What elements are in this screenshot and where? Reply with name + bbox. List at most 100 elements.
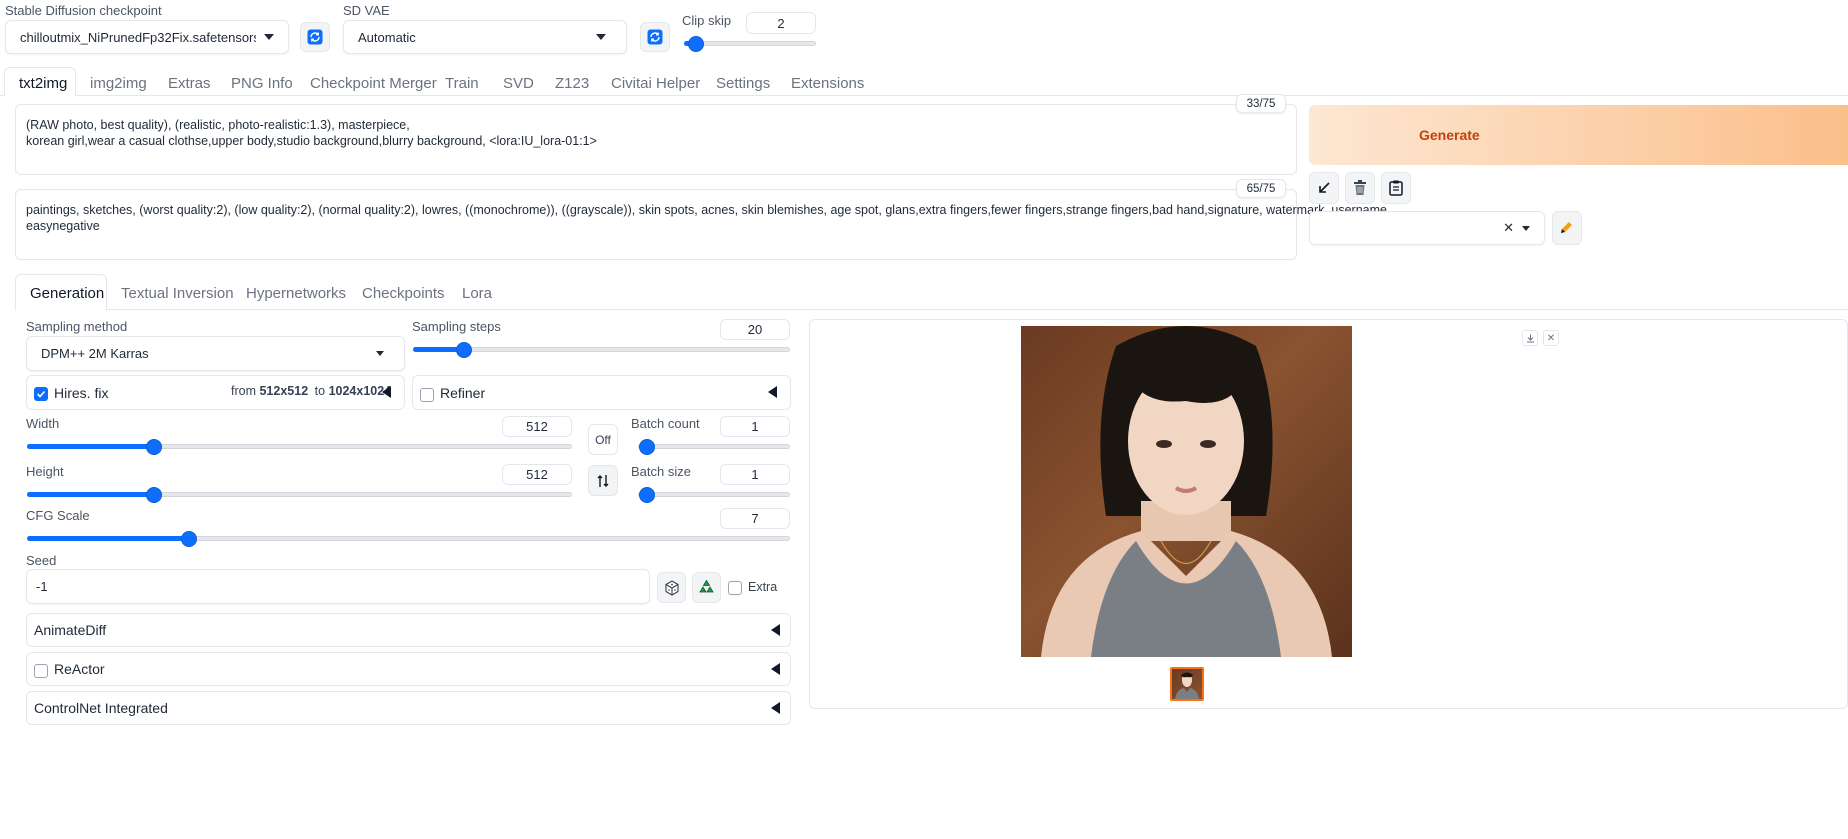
clip-skip-label: Clip skip [682, 13, 732, 28]
chevron-down-icon [1522, 225, 1530, 231]
tab-checkpoint-merger[interactable]: Checkpoint Merger [310, 75, 437, 92]
refresh-icon [307, 29, 323, 45]
tab-lora[interactable]: Lora [462, 285, 492, 302]
collapse-arrow-icon[interactable] [771, 702, 780, 714]
dice-icon [664, 579, 679, 596]
collapse-arrow-icon[interactable] [768, 386, 777, 398]
height-slider[interactable] [27, 487, 572, 503]
negative-token-count: 65/75 [1236, 179, 1286, 198]
recycle-icon [699, 579, 714, 593]
extra-label: Extra [748, 580, 778, 594]
close-icon: ✕ [1546, 332, 1556, 344]
controlnet-label: ControlNet Integrated [34, 700, 168, 716]
paste-button[interactable] [1381, 172, 1411, 204]
sampling-steps-slider[interactable] [413, 342, 790, 358]
tab-checkpoints[interactable]: Checkpoints [362, 285, 445, 302]
vae-label: SD VAE [343, 3, 390, 18]
edit-styles-button[interactable] [1552, 211, 1582, 245]
reactor-accordion[interactable] [26, 652, 791, 686]
width-slider[interactable] [27, 439, 572, 455]
refresh-checkpoint-button[interactable] [300, 22, 330, 52]
off-label: Off [595, 432, 611, 447]
batch-count-input[interactable]: 1 [720, 416, 790, 437]
arrow-icon [1319, 182, 1330, 193]
tab-generation[interactable]: Generation [30, 285, 104, 302]
generate-button[interactable]: Generate [1309, 105, 1848, 165]
hires-summary: from 512x512 to 1024x1024 [231, 384, 391, 398]
negative-prompt-textarea[interactable]: paintings, sketches, (worst quality:2), … [15, 189, 1391, 260]
checkpoint-select[interactable]: chilloutmix_NiPrunedFp32Fix.safetensors … [5, 20, 289, 54]
sampling-steps-input[interactable]: 20 [720, 319, 790, 340]
read-params-button[interactable] [1309, 172, 1339, 204]
cfg-scale-label: CFG Scale [26, 508, 90, 523]
refresh-vae-button[interactable] [640, 22, 670, 52]
collapse-arrow-icon[interactable] [382, 386, 391, 398]
checkpoint-label: Stable Diffusion checkpoint [5, 3, 162, 18]
portrait-figure [1041, 326, 1332, 657]
collapse-arrow-icon[interactable] [771, 624, 780, 636]
sub-tabs [15, 309, 1848, 310]
seed-input[interactable]: -1 [26, 569, 650, 604]
prompt-textarea[interactable]: (RAW photo, best quality), (realistic, p… [15, 104, 1297, 175]
batch-size-label: Batch size [631, 464, 691, 479]
refresh-icon [647, 29, 663, 45]
tab-img2img[interactable]: img2img [90, 75, 147, 92]
off-button[interactable]: Off [588, 424, 618, 455]
vae-select[interactable]: Automatic [343, 20, 627, 54]
collapse-arrow-icon[interactable] [771, 663, 780, 675]
clip-skip-slider[interactable] [684, 36, 816, 52]
hires-fix-label: Hires. fix [54, 385, 109, 401]
batch-size-input[interactable]: 1 [720, 464, 790, 485]
refiner-label: Refiner [440, 385, 486, 401]
download-icon [1526, 334, 1534, 342]
tab-png-info[interactable]: PNG Info [231, 75, 293, 92]
animatediff-label: AnimateDiff [34, 622, 107, 638]
vae-value: Automatic [358, 29, 416, 45]
chevron-down-icon [264, 34, 274, 40]
tab-settings[interactable]: Settings [716, 75, 770, 92]
prompt-token-count: 33/75 [1236, 94, 1286, 113]
width-label: Width [26, 416, 60, 431]
checkpoint-value: chilloutmix_NiPrunedFp32Fix.safetensors … [20, 29, 256, 45]
animatediff-accordion[interactable] [26, 613, 791, 647]
height-label: Height [26, 464, 64, 479]
generated-image[interactable] [1021, 326, 1352, 657]
close-gallery-button[interactable]: ✕ [1543, 330, 1559, 346]
close-icon[interactable]: ✕ [1503, 220, 1514, 236]
clip-skip-input[interactable]: 2 [746, 12, 816, 34]
download-button[interactable] [1522, 330, 1538, 346]
extra-seed-checkbox[interactable] [728, 581, 742, 595]
tab-textual-inversion[interactable]: Textual Inversion [121, 285, 234, 302]
batch-count-slider[interactable] [638, 439, 790, 455]
styles-select[interactable]: ✕ [1309, 211, 1545, 245]
thumbnail[interactable] [1170, 667, 1204, 701]
negative-line-1: paintings, sketches, (worst quality:2), … [26, 203, 1391, 217]
sampling-method-label: Sampling method [26, 319, 128, 334]
width-input[interactable]: 512 [502, 416, 572, 437]
swap-dimensions-button[interactable] [588, 465, 618, 496]
clear-prompt-button[interactable] [1345, 172, 1375, 204]
clipboard-icon [1389, 180, 1403, 196]
generate-label: Generate [1419, 127, 1480, 143]
hires-from-value: 512x512 [259, 384, 309, 398]
seed-label: Seed [26, 553, 57, 568]
tab-txt2img[interactable]: txt2img [19, 75, 67, 92]
tab-hypernetworks[interactable]: Hypernetworks [246, 285, 346, 302]
random-seed-button[interactable] [657, 572, 686, 603]
batch-size-slider[interactable] [638, 487, 790, 503]
height-input[interactable]: 512 [502, 464, 572, 485]
tab-z123[interactable]: Z123 [555, 75, 589, 92]
tab-svd[interactable]: SVD [503, 75, 534, 92]
tab-train[interactable]: Train [445, 75, 479, 92]
seed-value: -1 [36, 579, 48, 594]
refiner-checkbox[interactable] [420, 388, 434, 402]
tab-extras[interactable]: Extras [168, 75, 211, 92]
cfg-scale-slider[interactable] [27, 531, 790, 547]
tab-civitai-helper[interactable]: Civitai Helper [611, 75, 700, 92]
reactor-checkbox[interactable] [34, 664, 48, 678]
reuse-seed-button[interactable] [692, 572, 721, 603]
hires-fix-checkbox[interactable] [34, 387, 48, 401]
cfg-scale-input[interactable]: 7 [720, 508, 790, 529]
tab-extensions[interactable]: Extensions [791, 75, 864, 92]
sampling-method-select[interactable]: DPM++ 2M Karras [26, 336, 405, 371]
